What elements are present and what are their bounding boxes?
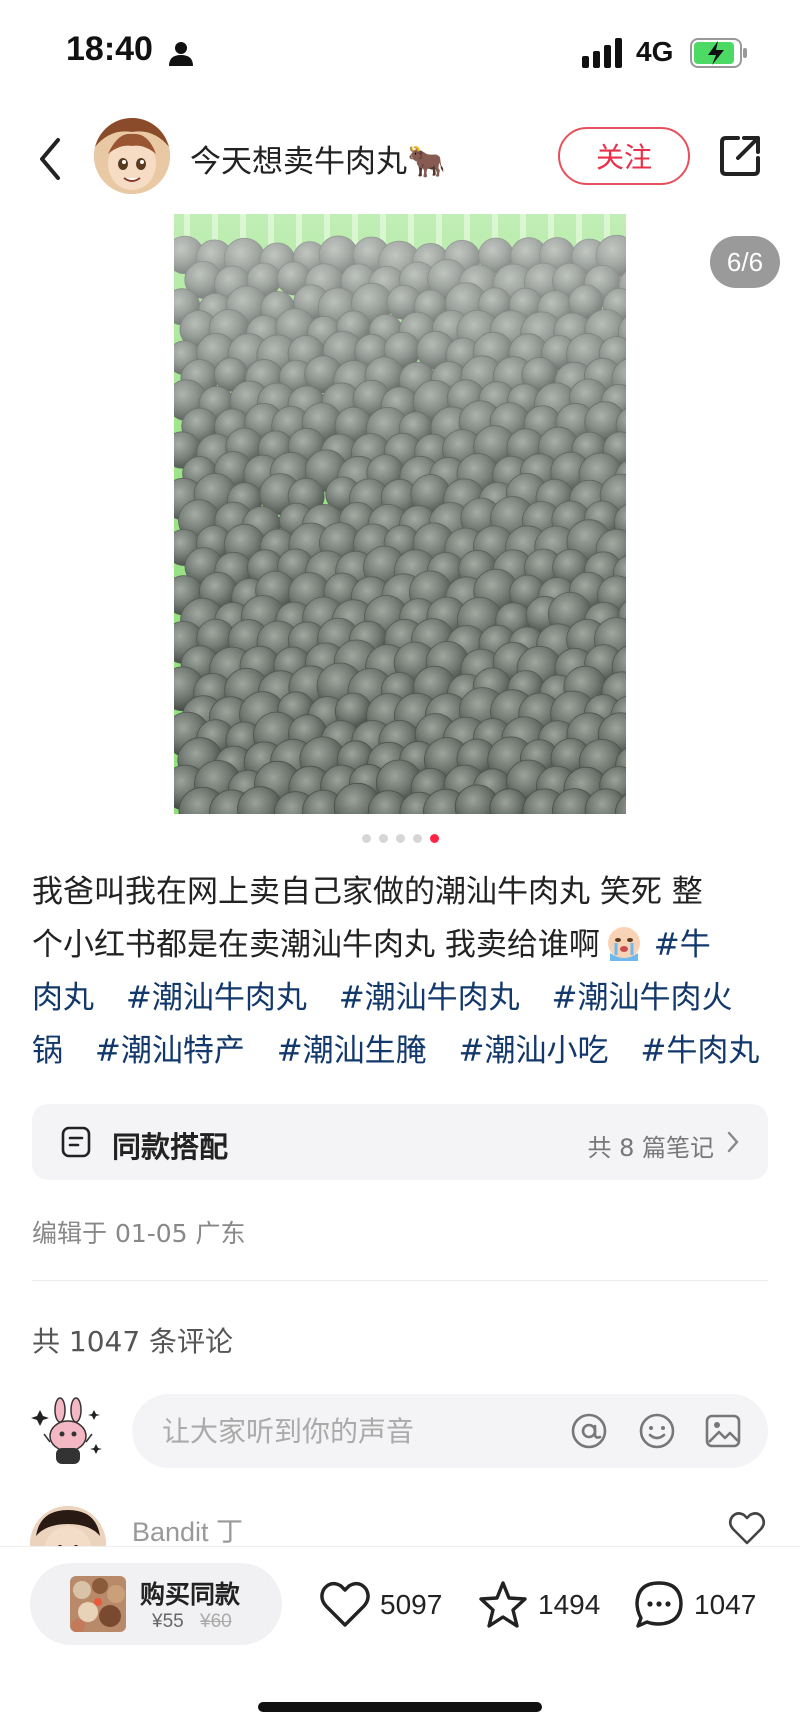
like-button[interactable]: 5097: [318, 1575, 442, 1635]
share-icon[interactable]: [716, 132, 764, 180]
gallery-dot: [361, 834, 371, 843]
follow-button[interactable]: 关注: [558, 127, 690, 185]
caption-text: 个小红书都是在卖潮汕牛肉丸 我卖给谁啊: [32, 927, 600, 963]
mention-at-icon[interactable]: [570, 1412, 608, 1450]
heart-icon: [320, 1581, 370, 1627]
crying-face-emoji-icon: [607, 927, 640, 961]
status-time: 18:40: [66, 30, 153, 68]
edit-info: 编辑于 01-05 广东: [32, 1219, 246, 1248]
buy-price: ¥55: [152, 1611, 184, 1632]
buy-same-button[interactable]: 购买同款 ¥55 ¥60: [30, 1563, 282, 1645]
page-counter: 6/6: [710, 236, 780, 288]
hashtag-link[interactable]: 肉丸: [32, 980, 94, 1016]
hashtag-link[interactable]: 锅: [32, 1033, 63, 1069]
comment-input[interactable]: [162, 1394, 542, 1468]
comment-count: 共 1047 条评论: [32, 1325, 234, 1358]
battery-charging-icon: [690, 38, 747, 68]
divider: [32, 1280, 768, 1281]
image-picker-icon[interactable]: [704, 1412, 742, 1450]
hashtag-link[interactable]: #潮汕牛肉丸: [126, 980, 307, 1016]
chevron-right-icon: [727, 1131, 739, 1153]
note-icon: [61, 1126, 91, 1158]
emoji-smile-icon[interactable]: [638, 1412, 676, 1450]
heart-outline-icon[interactable]: [728, 1510, 766, 1546]
hashtag-link[interactable]: #潮汕生腌: [277, 1033, 427, 1069]
hashtag-link[interactable]: #牛肉丸: [640, 1033, 759, 1069]
gallery-dot: [395, 834, 405, 843]
user-avatar[interactable]: [30, 1396, 106, 1472]
author-avatar[interactable]: [94, 118, 170, 194]
same-style-count: 共 8 篇笔记: [587, 1134, 714, 1162]
comment-count-action: 1047: [694, 1589, 757, 1620]
note-caption: 我爸叫我在网上卖自己家做的潮汕牛肉丸 笑死 整 个小红书都是在卖潮汕牛肉丸 我卖…: [32, 866, 772, 1078]
network-label: 4G: [636, 36, 674, 67]
hashtag-link[interactable]: #潮汕牛肉丸: [339, 980, 520, 1016]
hashtag-link[interactable]: #潮汕牛肉火: [552, 980, 733, 1016]
home-indicator: [258, 1702, 542, 1712]
same-style-card[interactable]: 同款搭配 共 8 篇笔记: [32, 1104, 768, 1180]
back-icon[interactable]: [34, 134, 64, 184]
person-icon: [169, 42, 193, 66]
commenter-name[interactable]: Bandit 丁: [132, 1510, 243, 1549]
anime-avatar-illustration: [94, 118, 170, 194]
hashtag-link[interactable]: #潮汕小吃: [459, 1033, 609, 1069]
gallery-dot: [378, 834, 388, 843]
status-bar: 18:40 4G: [0, 0, 800, 110]
gallery-dot-active: [429, 834, 439, 843]
hashtag-link[interactable]: #潮汕特产: [95, 1033, 245, 1069]
note-header: 今天想卖牛肉丸🐂 关注: [0, 110, 800, 210]
buy-same-label: 购买同款: [140, 1580, 241, 1609]
gallery-dot: [412, 834, 422, 843]
note-photo-beef-balls[interactable]: [174, 214, 626, 814]
collect-button[interactable]: 1494: [476, 1575, 600, 1635]
product-thumb-image: [70, 1576, 126, 1632]
product-thumbnail: [70, 1576, 126, 1632]
buy-original-price: ¥60: [200, 1611, 232, 1632]
collect-count: 1494: [538, 1589, 601, 1620]
signal-icon: [582, 38, 622, 68]
comment-button[interactable]: 1047: [632, 1575, 756, 1635]
author-name[interactable]: 今天想卖牛肉丸🐂: [190, 136, 446, 181]
caption-text: 我爸叫我在网上卖自己家做的潮汕牛肉丸 笑死 整: [32, 874, 703, 910]
comment-input-bar[interactable]: [132, 1394, 768, 1468]
comment-bubble-icon: [635, 1581, 683, 1628]
beef-balls-in-basket-image: [174, 214, 626, 814]
same-style-title: 同款搭配: [112, 1130, 229, 1164]
hashtag-link[interactable]: #牛: [654, 927, 711, 963]
like-count: 5097: [380, 1589, 443, 1620]
star-icon: [479, 1581, 527, 1628]
gallery-dots: [0, 834, 800, 846]
